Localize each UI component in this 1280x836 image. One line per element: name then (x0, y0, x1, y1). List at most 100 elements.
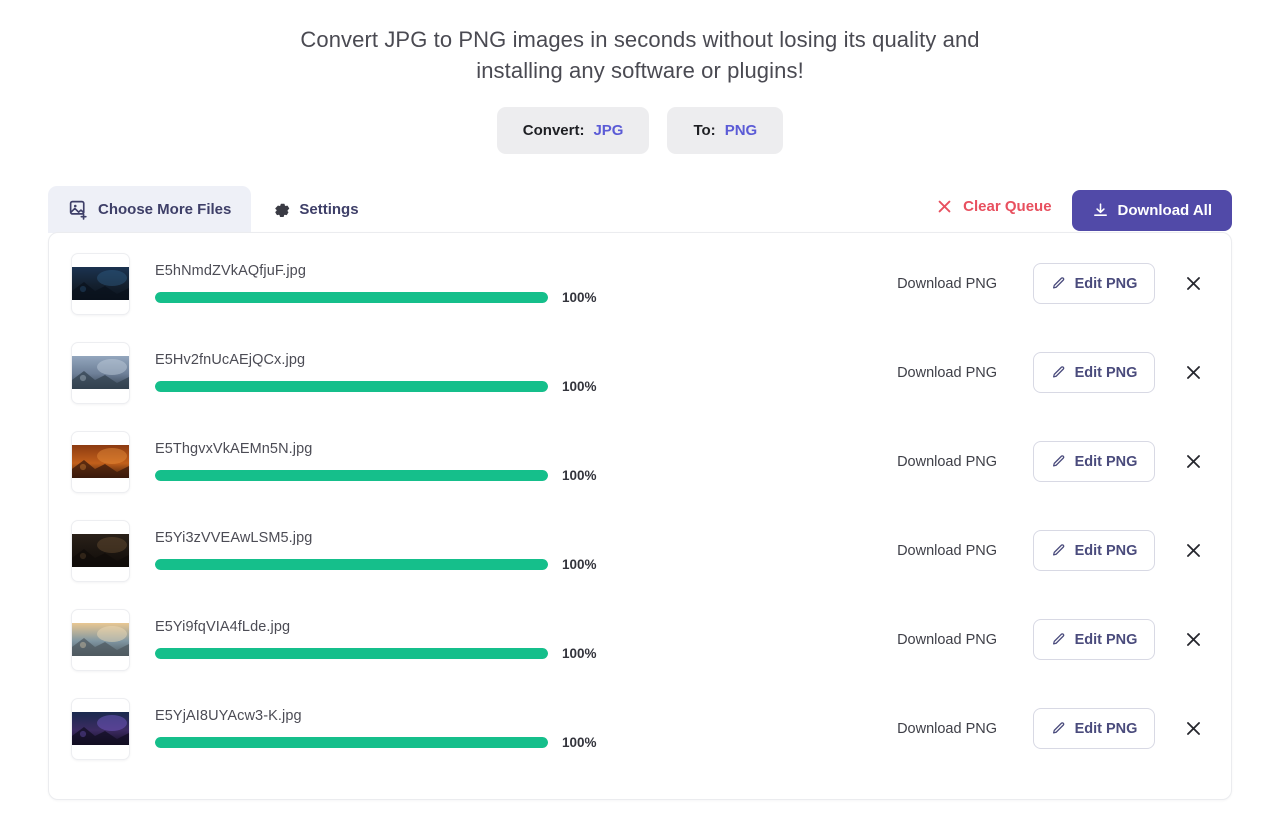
tab-settings-label: Settings (299, 201, 359, 218)
download-icon (1092, 202, 1109, 219)
file-thumbnail (71, 252, 130, 315)
edit-png-button[interactable]: Edit PNG (1033, 708, 1155, 749)
file-row: E5Yi3zVVEAwLSM5.jpg 100% Download PNG Ed… (49, 506, 1231, 595)
pencil-icon (1051, 543, 1066, 558)
progress-label: 100% (562, 556, 597, 572)
file-row-actions: Download PNG Edit PNG (897, 441, 1209, 482)
convert-to-pill[interactable]: To: PNG (667, 107, 784, 154)
file-row-actions: Download PNG Edit PNG (897, 619, 1209, 660)
file-row: E5hNmdZVkAQfjuF.jpg 100% Download PNG Ed… (49, 239, 1231, 328)
file-name: E5Hv2fnUcAEjQCx.jpg (155, 351, 306, 368)
progress-fill (155, 558, 548, 570)
file-name: E5Yi9fqVIA4fLde.jpg (155, 618, 291, 635)
file-name: E5hNmdZVkAQfjuF.jpg (155, 262, 306, 279)
download-png-link[interactable]: Download PNG (897, 543, 997, 559)
edit-png-label: Edit PNG (1074, 275, 1138, 292)
pencil-icon (1051, 721, 1066, 736)
queue-toolbar: Choose More Files Settings Clear Queue D… (48, 186, 1232, 233)
progress-fill (155, 469, 548, 481)
edit-png-button[interactable]: Edit PNG (1033, 619, 1155, 660)
close-x-icon (1184, 719, 1203, 738)
file-queue-card: E5hNmdZVkAQfjuF.jpg 100% Download PNG Ed… (48, 232, 1232, 800)
page-title: Convert JPG to PNG images in seconds wit… (0, 24, 1280, 86)
edit-png-button[interactable]: Edit PNG (1033, 441, 1155, 482)
pencil-icon (1051, 454, 1066, 469)
tab-choose-more-files[interactable]: Choose More Files (48, 186, 252, 233)
file-info: E5Hv2fnUcAEjQCx.jpg 100% (155, 352, 897, 394)
clear-queue-button[interactable]: Clear Queue (936, 198, 1052, 223)
remove-file-button[interactable] (1177, 268, 1209, 300)
progress-track (155, 647, 548, 659)
file-name: E5YjAI8UYAcw3-K.jpg (155, 707, 302, 724)
edit-png-label: Edit PNG (1074, 631, 1138, 648)
file-info: E5Yi9fqVIA4fLde.jpg 100% (155, 619, 897, 661)
download-png-link[interactable]: Download PNG (897, 632, 997, 648)
progress-track (155, 558, 548, 570)
close-x-icon (1184, 274, 1203, 293)
download-png-link[interactable]: Download PNG (897, 721, 997, 737)
close-x-icon (1184, 452, 1203, 471)
edit-png-label: Edit PNG (1074, 720, 1138, 737)
download-png-link[interactable]: Download PNG (897, 454, 997, 470)
remove-file-button[interactable] (1177, 713, 1209, 745)
close-x-icon (1184, 630, 1203, 649)
file-row: E5YjAI8UYAcw3-K.jpg 100% Download PNG Ed… (49, 684, 1231, 773)
close-x-icon (936, 198, 953, 215)
file-thumbnail (71, 697, 130, 760)
convert-from-value[interactable]: JPG (593, 122, 623, 139)
file-progress: 100% (155, 379, 887, 394)
close-x-icon (1184, 363, 1203, 382)
clear-queue-label: Clear Queue (963, 198, 1052, 215)
edit-png-button[interactable]: Edit PNG (1033, 263, 1155, 304)
edit-png-label: Edit PNG (1074, 542, 1138, 559)
file-progress: 100% (155, 468, 887, 483)
file-row: E5Hv2fnUcAEjQCx.jpg 100% Download PNG Ed… (49, 328, 1231, 417)
thumbnail-image (72, 356, 129, 389)
progress-label: 100% (562, 645, 597, 661)
file-thumbnail (71, 430, 130, 493)
remove-file-button[interactable] (1177, 535, 1209, 567)
progress-fill (155, 736, 548, 748)
convert-to-value[interactable]: PNG (725, 122, 758, 139)
convert-to-label: To: (693, 122, 716, 139)
file-row-actions: Download PNG Edit PNG (897, 530, 1209, 571)
file-info: E5YjAI8UYAcw3-K.jpg 100% (155, 708, 897, 750)
progress-track (155, 736, 548, 748)
close-x-icon (1184, 541, 1203, 560)
progress-fill (155, 380, 548, 392)
progress-label: 100% (562, 734, 597, 750)
page-root: Convert JPG to PNG images in seconds wit… (0, 0, 1280, 836)
download-all-label: Download All (1117, 202, 1212, 219)
remove-file-button[interactable] (1177, 357, 1209, 389)
remove-file-button[interactable] (1177, 624, 1209, 656)
file-name: E5ThgvxVkAEMn5N.jpg (155, 440, 313, 457)
edit-png-button[interactable]: Edit PNG (1033, 530, 1155, 571)
file-thumbnail (71, 519, 130, 582)
headline-line-1: Convert JPG to PNG images in seconds wit… (300, 27, 980, 52)
file-thumbnail (71, 341, 130, 404)
pencil-icon (1051, 365, 1066, 380)
remove-file-button[interactable] (1177, 446, 1209, 478)
toolbar-tabs: Choose More Files Settings (48, 186, 379, 233)
thumbnail-image (72, 445, 129, 478)
file-name: E5Yi3zVVEAwLSM5.jpg (155, 529, 313, 546)
file-progress: 100% (155, 646, 887, 661)
progress-label: 100% (562, 467, 597, 483)
file-info: E5ThgvxVkAEMn5N.jpg 100% (155, 441, 897, 483)
file-row: E5ThgvxVkAEMn5N.jpg 100% Download PNG Ed… (49, 417, 1231, 506)
file-list: E5hNmdZVkAQfjuF.jpg 100% Download PNG Ed… (49, 233, 1231, 773)
file-row-actions: Download PNG Edit PNG (897, 352, 1209, 393)
convert-from-pill[interactable]: Convert: JPG (496, 107, 650, 154)
progress-track (155, 469, 548, 481)
download-all-button[interactable]: Download All (1071, 190, 1232, 231)
edit-png-button[interactable]: Edit PNG (1033, 352, 1155, 393)
download-png-link[interactable]: Download PNG (897, 276, 997, 292)
tab-settings[interactable]: Settings (251, 186, 378, 233)
image-add-icon (68, 199, 89, 220)
pencil-icon (1051, 632, 1066, 647)
download-png-link[interactable]: Download PNG (897, 365, 997, 381)
progress-fill (155, 291, 548, 303)
thumbnail-image (72, 712, 129, 745)
format-selector: Convert: JPG To: PNG (0, 107, 1280, 154)
tab-choose-more-files-label: Choose More Files (98, 201, 232, 218)
